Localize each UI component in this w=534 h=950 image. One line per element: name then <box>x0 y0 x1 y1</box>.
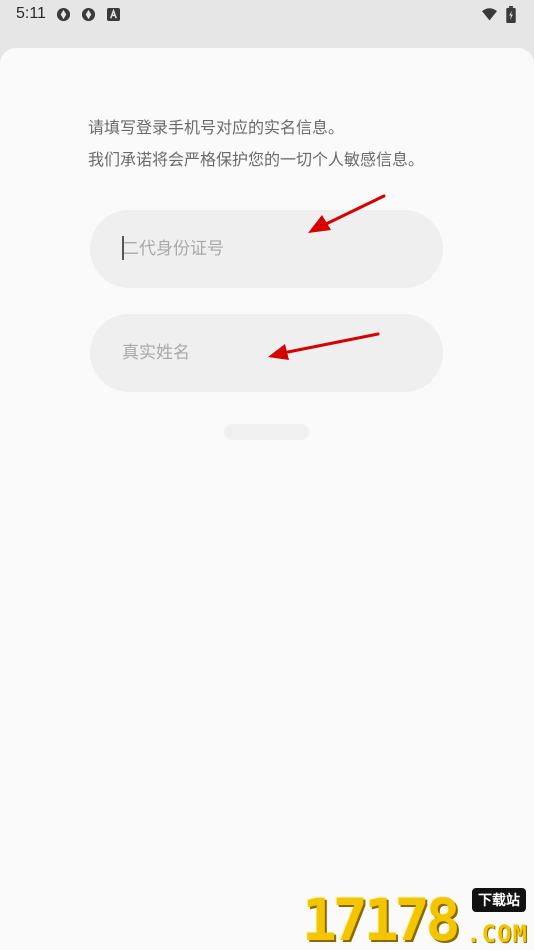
id-number-field[interactable] <box>90 210 443 288</box>
watermark-badge: 下载站 <box>472 888 526 912</box>
status-bar: 5:11 <box>0 0 534 28</box>
intro-line-2: 我们承诺将会严格保护您的一切个人敏感信息。 <box>88 150 425 169</box>
battery-icon <box>503 5 518 23</box>
real-name-input[interactable] <box>122 343 443 363</box>
status-right <box>482 5 518 23</box>
real-name-field[interactable] <box>90 314 443 392</box>
site-watermark: 17178 下载站 .COM <box>302 886 528 950</box>
wifi-icon <box>482 7 497 22</box>
sync-icon <box>81 7 96 22</box>
text-cursor <box>122 236 124 260</box>
verification-sheet: 请填写登录手机号对应的实名信息。 我们承诺将会严格保护您的一切个人敏感信息。 <box>0 48 534 950</box>
intro-text: 请填写登录手机号对应的实名信息。 我们承诺将会严格保护您的一切个人敏感信息。 <box>88 112 468 176</box>
status-left: 5:11 <box>16 5 121 23</box>
keyboard-icon <box>106 7 121 22</box>
status-time: 5:11 <box>16 5 46 22</box>
sync-icon <box>56 7 71 22</box>
submit-button[interactable] <box>224 424 309 440</box>
watermark-digits: 17178 <box>302 886 461 950</box>
intro-line-1: 请填写登录手机号对应的实名信息。 <box>88 118 345 137</box>
id-number-input[interactable] <box>122 239 443 259</box>
watermark-suffix: .COM <box>466 920 528 948</box>
